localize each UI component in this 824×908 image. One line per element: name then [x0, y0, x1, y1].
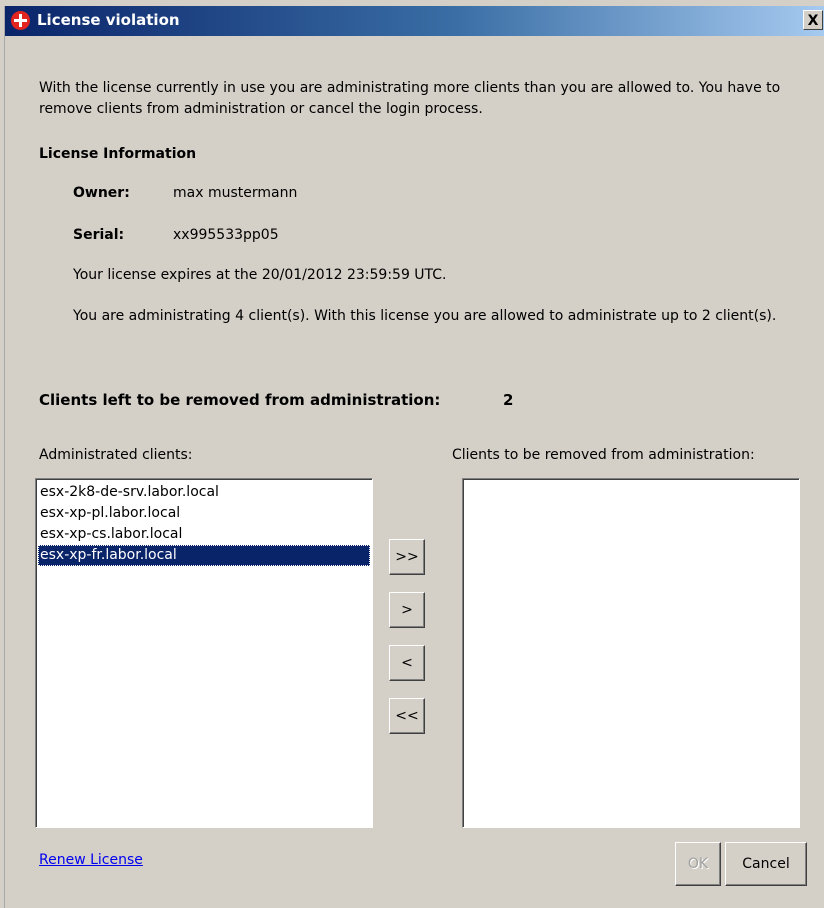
intro-text: With the license currently in use you ar… [39, 80, 781, 117]
administrated-clients-list[interactable]: esx-2k8-de-srv.labor.local esx-xp-pl.lab… [35, 478, 373, 828]
red-cross-icon [11, 11, 30, 30]
serial-value: xx995533pp05 [173, 227, 279, 243]
removed-clients-list[interactable] [462, 478, 800, 828]
administrated-clients-label: Administrated clients: [39, 447, 193, 463]
title-bar[interactable]: License violation X [5, 6, 824, 36]
serial-label: Serial: [73, 227, 125, 243]
client-count-text: You are administrating 4 client(s). With… [73, 308, 777, 324]
clients-left-value: 2 [503, 391, 514, 409]
cancel-button[interactable]: Cancel [725, 842, 807, 886]
license-expiry-text: Your license expires at the 20/01/2012 2… [73, 267, 447, 283]
ok-button[interactable]: OK [675, 842, 721, 886]
clients-left-label: Clients left to be removed from administ… [39, 391, 441, 409]
list-item[interactable]: esx-xp-pl.labor.local [38, 503, 370, 524]
list-item[interactable]: esx-2k8-de-srv.labor.local [38, 482, 370, 503]
renew-license-link[interactable]: Renew License [39, 852, 143, 868]
move-right-button[interactable]: > [389, 592, 425, 628]
owner-label: Owner: [73, 185, 130, 201]
license-info-heading: License Information [39, 146, 197, 162]
window-title: License violation [37, 11, 180, 29]
move-all-left-button[interactable]: << [389, 698, 425, 734]
move-left-button[interactable]: < [389, 645, 425, 681]
list-item[interactable]: esx-xp-cs.labor.local [38, 524, 370, 545]
removed-clients-label: Clients to be removed from administratio… [452, 447, 755, 463]
list-item-selected[interactable]: esx-xp-fr.labor.local [38, 545, 370, 566]
close-button[interactable]: X [803, 10, 823, 30]
move-all-right-button[interactable]: >> [389, 539, 425, 575]
license-violation-dialog: License violation X With the license cur… [4, 6, 824, 908]
owner-value: max mustermann [173, 185, 298, 201]
